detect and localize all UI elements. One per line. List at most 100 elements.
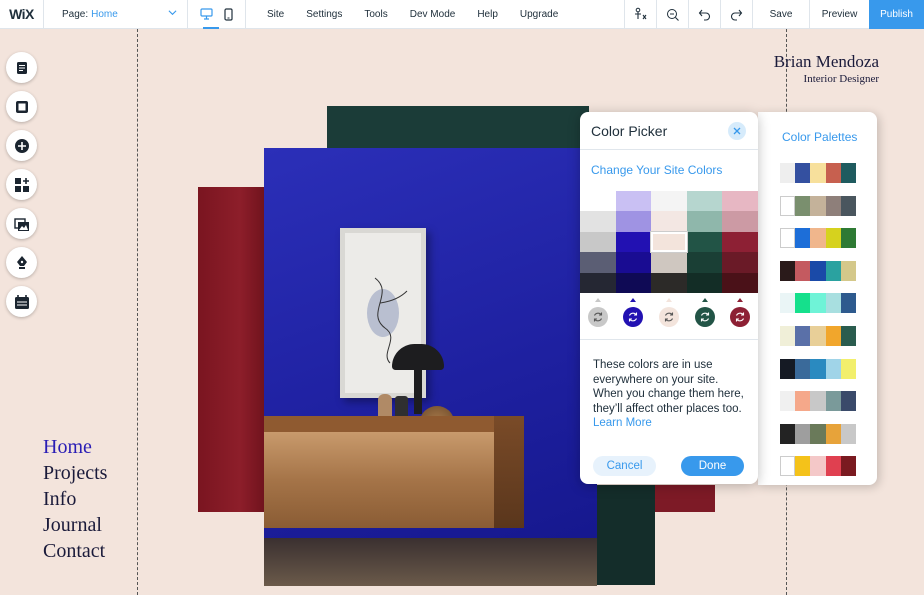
zoom-out-icon [666,8,679,21]
color-swatch[interactable] [587,298,608,336]
color-cell[interactable] [580,211,616,232]
palette-color [825,326,841,346]
calendar-icon [14,294,29,309]
learn-more-link[interactable]: Learn More [593,416,745,431]
palette-color [825,293,841,314]
color-cell[interactable] [615,252,652,273]
palette-row[interactable] [780,163,857,183]
mobile-icon[interactable] [224,7,233,21]
palette-color [795,293,811,314]
hero-image[interactable] [264,148,597,586]
nav-home[interactable]: Home [43,434,107,460]
cancel-button[interactable]: Cancel [593,456,656,476]
color-cell[interactable] [686,191,723,212]
palette-row[interactable] [780,423,857,444]
color-cell[interactable] [686,211,723,232]
color-cell[interactable] [722,231,758,253]
color-grid [580,191,758,293]
swatch-circle[interactable] [658,307,679,327]
color-cell[interactable] [722,252,758,273]
color-cell[interactable] [615,231,652,253]
page-selector[interactable]: Page: Home [44,0,188,29]
blog-button[interactable] [6,247,37,278]
color-cell[interactable] [651,252,687,273]
preview-button[interactable]: Preview [809,0,869,29]
palette-color [795,456,811,477]
refresh-icon [664,312,674,322]
menu-help[interactable]: Help [466,9,509,20]
media-button[interactable] [6,208,37,239]
zoom-out-button[interactable] [656,0,688,29]
menu-site[interactable]: Site [256,9,295,20]
color-cell[interactable] [580,272,616,293]
menu-upgrade[interactable]: Upgrade [509,9,569,20]
color-cell[interactable] [651,211,687,232]
palette-color [795,195,811,216]
palette-color [795,163,811,183]
divider [580,339,758,340]
color-cell[interactable] [722,191,758,212]
add-button[interactable] [6,130,37,161]
swatch-circle[interactable] [623,307,644,327]
pages-button[interactable] [6,52,37,83]
bookings-button[interactable] [6,286,37,317]
color-cell[interactable] [615,272,652,293]
palette-row[interactable] [780,260,857,281]
swatch-circle[interactable] [730,307,751,327]
nav-contact[interactable]: Contact [43,538,107,564]
color-cell[interactable] [686,272,723,293]
color-cell[interactable] [722,211,758,232]
palette-color [840,260,857,281]
refresh-icon [700,312,709,322]
color-cell[interactable] [651,191,687,212]
palette-row[interactable] [780,195,857,216]
nav-projects[interactable]: Projects [43,460,107,486]
menu-dev-mode[interactable]: Dev Mode [399,9,467,20]
color-cell[interactable] [580,252,616,273]
cabinet [264,432,494,528]
palette-row[interactable] [780,456,857,477]
swatch-indicator [630,298,637,302]
swatch-circle[interactable] [694,307,715,327]
color-cell[interactable] [615,211,652,232]
nav-journal[interactable]: Journal [43,512,107,538]
palette-row[interactable] [780,358,857,379]
menu-tools[interactable]: Tools [353,9,398,20]
done-button[interactable]: Done [681,456,744,476]
left-toolbar [6,52,37,317]
accessibility-button[interactable] [624,0,656,29]
color-cell[interactable] [722,272,758,293]
app-market-button[interactable] [6,169,37,200]
color-swatch[interactable] [623,298,644,336]
palette-row[interactable] [780,293,857,314]
palette-row[interactable] [780,326,857,346]
color-cell[interactable] [686,252,723,273]
color-swatch[interactable] [730,298,751,336]
color-swatch[interactable] [694,298,715,336]
color-cell[interactable] [615,191,652,212]
color-cell[interactable] [651,231,687,253]
nav-info[interactable]: Info [43,486,107,512]
color-cell[interactable] [686,231,723,253]
wix-logo[interactable]: WiX [0,0,44,29]
color-picker-title: Color Picker [591,122,668,139]
color-picker-header: Color Picker [580,112,758,150]
palette-row[interactable] [780,228,857,249]
publish-button[interactable]: Publish [869,0,924,29]
redo-button[interactable] [720,0,752,29]
background-button[interactable] [6,91,37,122]
undo-button[interactable] [688,0,720,29]
desktop-icon[interactable] [200,8,213,20]
active-device-indicator [203,26,219,29]
save-button[interactable]: Save [752,0,809,29]
menu-settings[interactable]: Settings [295,9,353,20]
close-button[interactable] [728,122,746,140]
color-cell[interactable] [651,272,687,293]
palette-row[interactable] [780,391,857,412]
swatch-circle[interactable] [587,307,608,327]
swatch-indicator [737,298,744,302]
color-cell[interactable] [580,231,616,253]
palette-color [780,228,796,249]
color-swatch[interactable] [658,298,679,336]
color-cell[interactable] [580,191,616,212]
